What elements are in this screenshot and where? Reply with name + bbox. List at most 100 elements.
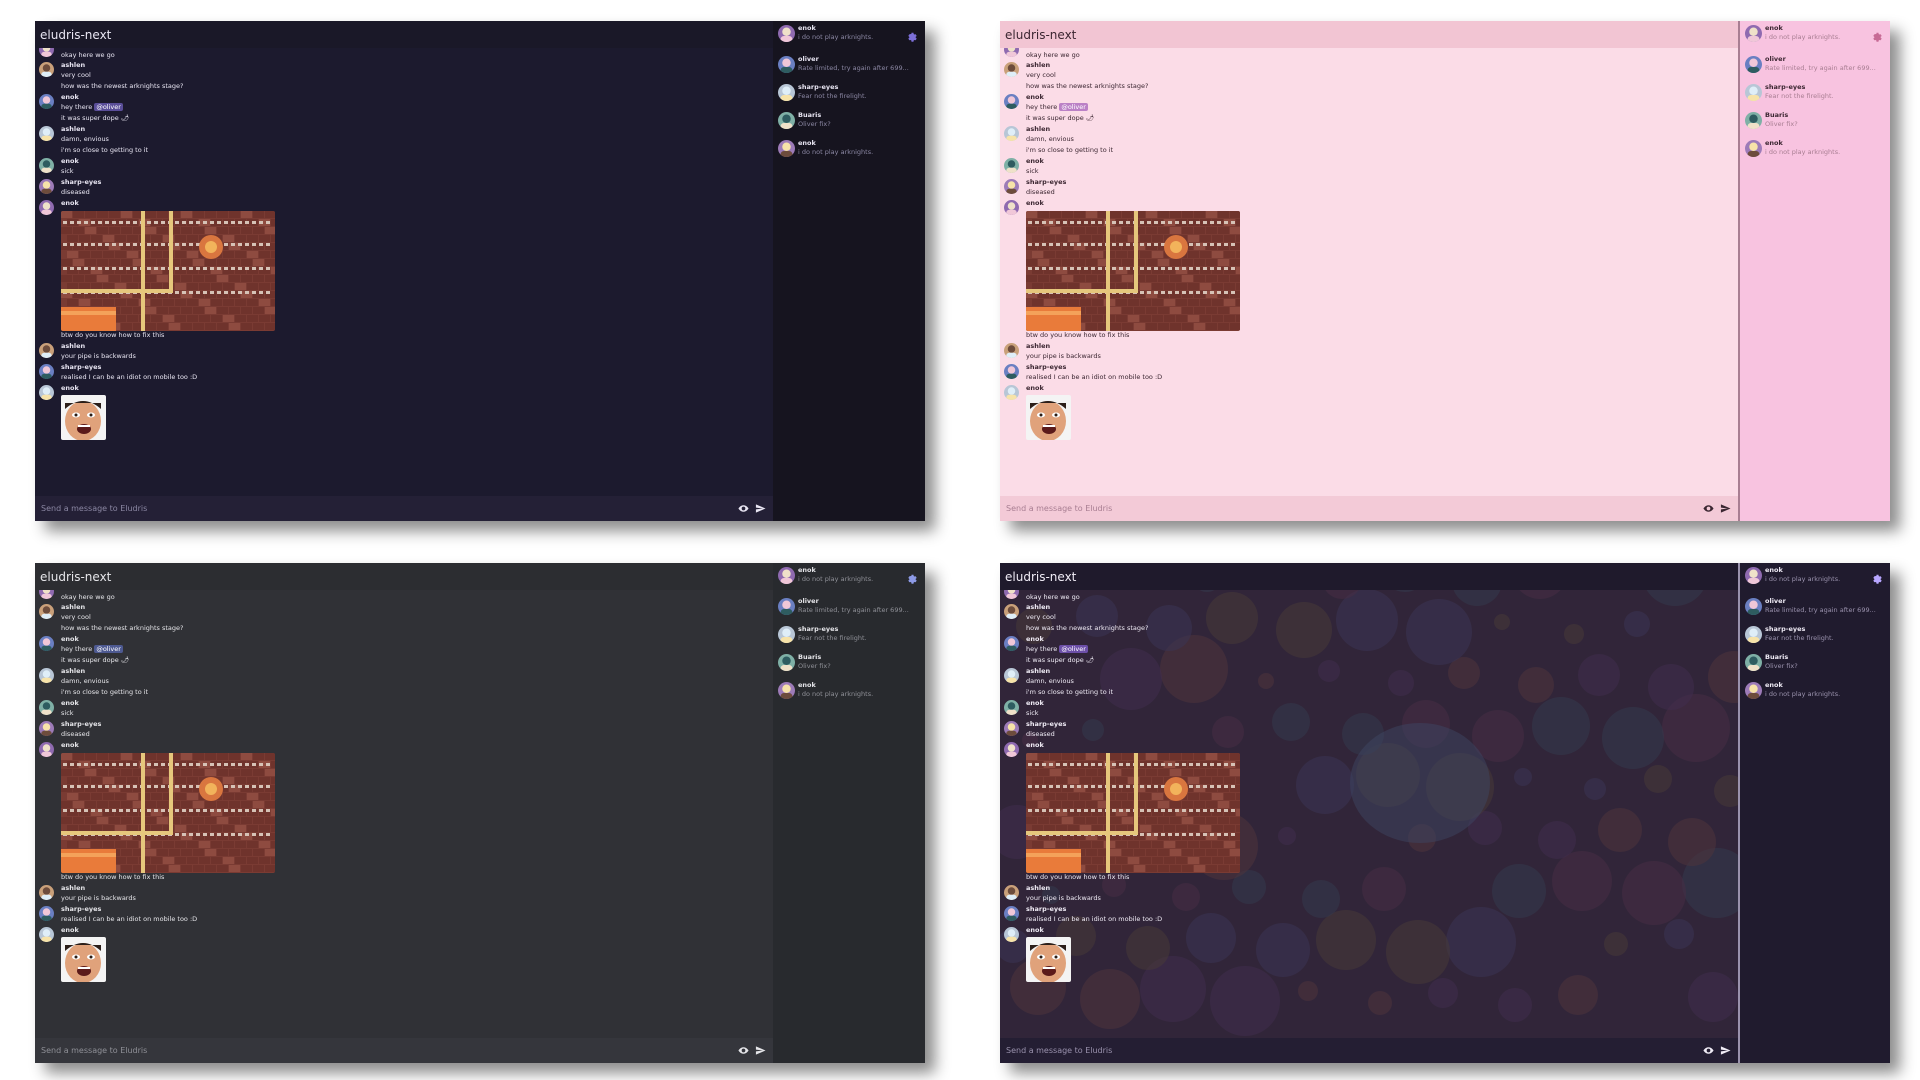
message-composer[interactable]: Send a message to Eludris (35, 496, 773, 521)
avatar[interactable] (1745, 140, 1762, 157)
sidebar-user-item[interactable]: Buaris Oliver fix? (776, 653, 924, 675)
sidebar-user-item[interactable]: sharp-eyes Fear not the firelight. (1743, 83, 1890, 105)
current-user-card[interactable]: enok i do not play arknights. (1743, 24, 1890, 46)
avatar[interactable] (39, 927, 54, 942)
message-author[interactable]: enok (61, 384, 79, 392)
avatar[interactable] (1745, 84, 1762, 101)
sidebar-user-item[interactable]: Buaris Oliver fix? (1743, 653, 1890, 675)
sidebar-user-item[interactable]: Buaris Oliver fix? (776, 111, 924, 133)
avatar[interactable] (778, 567, 795, 584)
image-attachment[interactable] (1026, 211, 1240, 331)
send-icon[interactable] (753, 502, 767, 516)
message-composer[interactable]: Send a message to Eludris (35, 1038, 773, 1063)
message-author[interactable]: enok (1026, 590, 1044, 591)
sidebar-user-item[interactable]: sharp-eyes Fear not the firelight. (776, 625, 924, 647)
message-author[interactable]: enok (1026, 926, 1044, 934)
user-mention[interactable]: @oliver (94, 103, 123, 111)
message-author[interactable]: ashlen (1026, 667, 1050, 675)
message-composer[interactable]: Send a message to Eludris (1000, 496, 1738, 521)
message-author[interactable]: sharp-eyes (61, 720, 101, 728)
message-author[interactable]: sharp-eyes (61, 905, 101, 913)
avatar[interactable] (778, 112, 795, 129)
avatar[interactable] (1004, 742, 1019, 757)
image-attachment[interactable] (1026, 753, 1240, 873)
message-input-placeholder[interactable]: Send a message to Eludris (1006, 1046, 1698, 1055)
sidebar-user-item[interactable]: enok i do not play arknights. (776, 681, 924, 703)
user-mention[interactable]: @oliver (1059, 645, 1088, 653)
message-author[interactable]: enok (1026, 93, 1044, 101)
message-author[interactable]: enok (61, 199, 79, 207)
message-author[interactable]: ashlen (61, 667, 85, 675)
current-user-card[interactable]: enok i do not play arknights. (1743, 566, 1890, 588)
message-author[interactable]: enok (61, 93, 79, 101)
emote-image[interactable] (61, 395, 106, 440)
message-author[interactable]: ashlen (1026, 125, 1050, 133)
message-author[interactable]: enok (1026, 384, 1044, 392)
message-input-placeholder[interactable]: Send a message to Eludris (1006, 504, 1698, 513)
message-author[interactable]: sharp-eyes (1026, 363, 1066, 371)
user-mention[interactable]: @oliver (94, 645, 123, 653)
current-user-card[interactable]: enok i do not play arknights. (776, 566, 924, 588)
message-author[interactable]: sharp-eyes (61, 363, 101, 371)
message-author[interactable]: ashlen (61, 884, 85, 892)
avatar[interactable] (778, 598, 795, 615)
avatar[interactable] (778, 682, 795, 699)
message-author[interactable]: enok (1026, 741, 1044, 749)
gear-icon[interactable] (1870, 569, 1882, 584)
sidebar-user-item[interactable]: Buaris Oliver fix? (1743, 111, 1890, 133)
avatar[interactable] (778, 626, 795, 643)
avatar[interactable] (778, 25, 795, 42)
avatar[interactable] (1745, 682, 1762, 699)
emote-image[interactable] (1026, 937, 1071, 982)
send-icon[interactable] (1718, 1044, 1732, 1058)
sidebar-user-item[interactable]: sharp-eyes Fear not the firelight. (1743, 625, 1890, 647)
avatar[interactable] (1745, 626, 1762, 643)
message-author[interactable]: ashlen (61, 61, 85, 69)
sidebar-user-item[interactable]: enok i do not play arknights. (1743, 139, 1890, 161)
avatar[interactable] (778, 140, 795, 157)
eye-icon[interactable] (1701, 1044, 1715, 1058)
avatar[interactable] (1745, 598, 1762, 615)
message-author[interactable]: enok (1026, 48, 1044, 49)
message-input-placeholder[interactable]: Send a message to Eludris (41, 504, 733, 513)
image-attachment[interactable] (61, 211, 275, 331)
avatar[interactable] (39, 200, 54, 215)
message-author[interactable]: sharp-eyes (1026, 178, 1066, 186)
sidebar-user-item[interactable]: enok i do not play arknights. (776, 139, 924, 161)
message-author[interactable]: enok (61, 741, 79, 749)
sidebar-user-item[interactable]: enok i do not play arknights. (1743, 681, 1890, 703)
message-author[interactable]: enok (61, 635, 79, 643)
sidebar-user-item[interactable]: oliver Rate limited, try again after 699.… (1743, 55, 1890, 77)
message-author[interactable]: enok (1026, 157, 1044, 165)
message-input-placeholder[interactable]: Send a message to Eludris (41, 1046, 733, 1055)
avatar[interactable] (1004, 200, 1019, 215)
sidebar-user-item[interactable]: sharp-eyes Fear not the firelight. (776, 83, 924, 105)
message-author[interactable]: ashlen (1026, 61, 1050, 69)
message-author[interactable]: ashlen (1026, 342, 1050, 350)
eye-icon[interactable] (1701, 502, 1715, 516)
avatar[interactable] (1745, 112, 1762, 129)
message-author[interactable]: ashlen (1026, 884, 1050, 892)
avatar[interactable] (39, 385, 54, 400)
sidebar-user-item[interactable]: oliver Rate limited, try again after 699.… (776, 55, 924, 77)
emote-image[interactable] (1026, 395, 1071, 440)
avatar[interactable] (1004, 385, 1019, 400)
sidebar-user-item[interactable]: oliver Rate limited, try again after 699.… (776, 597, 924, 619)
avatar[interactable] (778, 654, 795, 671)
message-author[interactable]: enok (61, 590, 79, 591)
send-icon[interactable] (1718, 502, 1732, 516)
message-author[interactable]: ashlen (61, 342, 85, 350)
message-author[interactable]: enok (61, 699, 79, 707)
avatar[interactable] (778, 56, 795, 73)
image-attachment[interactable] (61, 753, 275, 873)
message-author[interactable]: enok (1026, 635, 1044, 643)
message-author[interactable]: enok (1026, 199, 1044, 207)
avatar[interactable] (778, 84, 795, 101)
avatar[interactable] (1745, 654, 1762, 671)
current-user-card[interactable]: enok i do not play arknights. (776, 24, 924, 46)
avatar[interactable] (1745, 25, 1762, 42)
message-author[interactable]: enok (61, 157, 79, 165)
gear-icon[interactable] (905, 27, 917, 42)
avatar[interactable] (1004, 927, 1019, 942)
emote-image[interactable] (61, 937, 106, 982)
